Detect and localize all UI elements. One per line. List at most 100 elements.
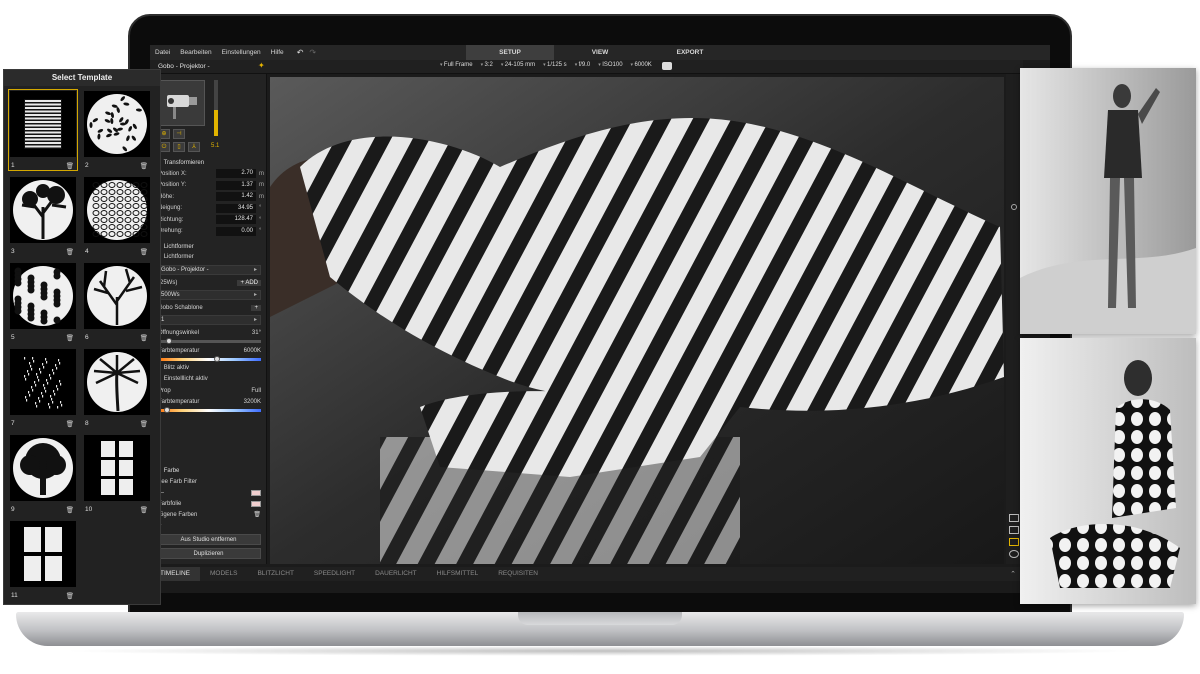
prop-label: Neigung: — [158, 205, 183, 212]
modeling-temp-knob[interactable] — [164, 407, 171, 413]
color-temp-slider[interactable] — [156, 356, 261, 362]
position-x-input[interactable]: 2.70 — [216, 169, 256, 179]
trash-icon[interactable]: 🗑 — [66, 334, 74, 342]
trash-icon[interactable]: 🗑 — [140, 334, 148, 342]
tile-number: 7 — [11, 420, 15, 427]
template-tile[interactable]: 1 🗑 — [8, 89, 78, 173]
aperture-select[interactable]: f/9.0 — [575, 62, 591, 70]
prop-label: Höhe: — [158, 193, 175, 200]
trash-icon[interactable]: 🗑 — [66, 248, 74, 256]
white-balance-select[interactable]: 6000K — [631, 62, 651, 70]
tab-dauerlicht[interactable]: DAUERLICHT — [365, 567, 427, 581]
tab-models[interactable]: MODELS — [200, 567, 247, 581]
modeling-temp-slider[interactable] — [156, 407, 261, 413]
iso-select[interactable]: ISO100 — [598, 62, 622, 70]
gobo-rain-icon — [10, 349, 76, 415]
gobo-select[interactable]: 1 — [156, 315, 261, 325]
camera-icon[interactable] — [661, 62, 672, 70]
lightformer-select[interactable]: Gobo - Projektor - — [156, 265, 261, 275]
trash-icon[interactable]: 🗑 — [66, 162, 74, 170]
position-y-input[interactable]: 1.37 — [216, 180, 256, 190]
template-tile[interactable]: 5 🗑 — [8, 261, 78, 345]
gobo-add-button[interactable]: + — [251, 304, 261, 311]
template-tile[interactable]: 8 🗑 — [82, 347, 152, 431]
frame-icon[interactable] — [1009, 526, 1019, 534]
prop-label: Richtung: — [158, 216, 184, 223]
template-tile[interactable]: 7 🗑 — [8, 347, 78, 431]
render-viewport[interactable] — [270, 77, 1004, 564]
lightformer-heading[interactable]: Lichtformer — [150, 242, 267, 252]
monitor-icon[interactable] — [1009, 538, 1019, 546]
foil-swatch[interactable] — [251, 500, 261, 507]
zoom-value: 5.1 — [211, 143, 220, 149]
tab-hilfsmittel[interactable]: HILFSMITTEL — [427, 567, 489, 581]
tab-export[interactable]: EXPORT — [646, 45, 734, 60]
own-colors-add-row: + — [150, 520, 267, 531]
prop-unit: ° — [259, 228, 262, 235]
template-tile[interactable]: 6 🗑 — [82, 261, 152, 345]
menu-einstellungen[interactable]: Einstellungen — [217, 49, 266, 56]
color-heading[interactable]: Farbe — [150, 466, 267, 476]
tab-blitzlicht[interactable]: BLITZLICHT — [247, 567, 303, 581]
menu-bearbeiten[interactable]: Bearbeiten — [175, 49, 216, 56]
gobo-label: Gobo Schablone — [158, 304, 203, 311]
modeling-active-checkbox[interactable]: Einstelllicht aktiv — [150, 374, 267, 385]
compass-icon[interactable] — [1009, 550, 1019, 558]
trash-icon[interactable]: 🗑 — [140, 506, 148, 514]
tab-requisiten[interactable]: REQUISITEN — [488, 567, 548, 581]
direction-input[interactable]: 128.47 — [216, 215, 256, 225]
trash-icon[interactable]: 🗑 — [140, 420, 148, 428]
trash-icon[interactable]: 🗑 — [66, 506, 74, 514]
power-row: (25Ws) + ADD — [150, 277, 267, 288]
tilt-input[interactable]: 34.95 — [216, 203, 256, 213]
trash-icon[interactable]: 🗑 — [66, 592, 74, 600]
trash-icon[interactable]: 🗑 — [66, 420, 74, 428]
tab-speedlight[interactable]: SPEEDLIGHT — [304, 567, 365, 581]
template-tile[interactable]: 2 🗑 — [82, 89, 152, 173]
trash-icon[interactable]: 🗑 — [140, 248, 148, 256]
app-screen: Datei Bearbeiten Einstellungen Hilfe ↶ ↷… — [150, 45, 1050, 593]
gobo-stripes-icon — [10, 91, 76, 157]
template-tile[interactable]: 4 🗑 — [82, 175, 152, 259]
lens-select[interactable]: 24-105 mm — [501, 62, 535, 70]
redo-icon[interactable]: ↷ — [309, 48, 316, 57]
trash-icon[interactable]: 🗑 — [253, 511, 261, 518]
render-image — [270, 77, 1004, 564]
color-temp-knob[interactable] — [213, 356, 220, 362]
template-tile[interactable]: 10 🗑 — [82, 433, 152, 517]
intensity-slider[interactable] — [214, 80, 218, 136]
ratio-select[interactable]: 3:2 — [481, 62, 492, 70]
remove-from-studio-button[interactable]: Aus Studio entfernen — [156, 534, 261, 545]
menu-hilfe[interactable]: Hilfe — [266, 49, 289, 56]
pin-icon[interactable]: ✦ — [258, 61, 265, 70]
trash-icon[interactable]: 🗑 — [140, 162, 148, 170]
person-icon[interactable]: ⅄ — [188, 142, 200, 152]
undo-icon[interactable]: ↶ — [297, 48, 304, 57]
height-input[interactable]: 1.42 — [216, 192, 256, 202]
template-tile[interactable]: 3 🗑 — [8, 175, 78, 259]
rotation-input[interactable]: 0.00 — [216, 226, 256, 236]
format-select[interactable]: Full Frame — [440, 62, 473, 70]
full-radio[interactable]: Full — [251, 388, 261, 394]
flash-active-checkbox[interactable]: Blitz aktiv — [150, 363, 267, 374]
grid-icon[interactable] — [1009, 514, 1019, 522]
menu-datei[interactable]: Datei — [150, 49, 175, 56]
template-tile[interactable]: 9 🗑 — [8, 433, 78, 517]
shutter-select[interactable]: 1/125 s — [543, 62, 567, 70]
laptop-shadow — [60, 646, 1140, 656]
tab-view[interactable]: VIEW — [556, 45, 644, 60]
transform-heading[interactable]: Transformieren — [150, 158, 267, 168]
duplicate-button[interactable]: Duplizieren — [156, 548, 261, 559]
template-tile[interactable]: 11 🗑 — [8, 519, 78, 603]
opening-slider[interactable] — [156, 338, 261, 344]
expand-icon[interactable]: ⌃ — [1010, 570, 1016, 578]
power-select[interactable]: 500Ws — [156, 290, 261, 300]
lightformer-sub[interactable]: Lichtformer — [150, 252, 267, 263]
lock-icon[interactable]: ▯ — [173, 142, 185, 152]
align-icon[interactable]: ⊣ — [173, 129, 185, 139]
filter-swatch[interactable] — [251, 489, 261, 496]
modeling-temp-row: Farbtemperatur 3200K — [150, 396, 267, 407]
tab-setup[interactable]: SETUP — [466, 45, 554, 60]
scroll-handle[interactable] — [1011, 204, 1017, 210]
add-button[interactable]: + ADD — [237, 279, 261, 286]
